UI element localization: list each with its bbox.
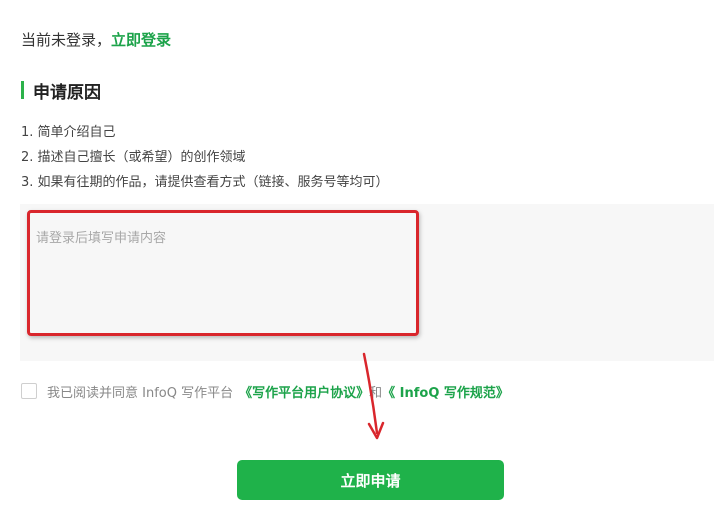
- login-status: 当前未登录，立即登录: [21, 30, 171, 50]
- annotation-arrow-head: [367, 421, 385, 440]
- agreement-prefix: 我已阅读并同意 InfoQ 写作平台: [47, 385, 234, 401]
- application-textarea-placeholder: 请登录后填写申请内容: [36, 231, 167, 246]
- agreement-row: 我已阅读并同意 InfoQ 写作平台 《写作平台用户协议》 和 《 InfoQ …: [21, 381, 509, 401]
- login-status-text: 当前未登录，: [21, 31, 112, 49]
- guideline-item: 3. 如果有往期的作品，请提供查看方式（链接、服务号等均可）: [21, 175, 389, 190]
- guidelines-list: 1. 简单介绍自己 2. 描述自己擅长（或希望）的创作领域 3. 如果有往期的作…: [21, 123, 389, 198]
- section-title: 申请原因: [33, 82, 101, 103]
- section-accent-bar: [21, 81, 24, 99]
- guideline-item: 1. 简单介绍自己: [21, 125, 116, 140]
- agreement-conjunction: 和: [369, 385, 383, 401]
- submit-application-button[interactable]: 立即申请: [237, 460, 504, 500]
- writing-rules-link[interactable]: 《 InfoQ 写作规范》: [382, 382, 509, 401]
- application-textarea[interactable]: 请登录后填写申请内容: [20, 204, 714, 361]
- section-header: 申请原因: [21, 80, 101, 103]
- guideline-item: 2. 描述自己擅长（或希望）的创作领域: [21, 150, 246, 165]
- user-agreement-link[interactable]: 《写作平台用户协议》: [239, 382, 369, 401]
- agreement-checkbox[interactable]: [21, 383, 37, 399]
- login-link[interactable]: 立即登录: [111, 31, 171, 49]
